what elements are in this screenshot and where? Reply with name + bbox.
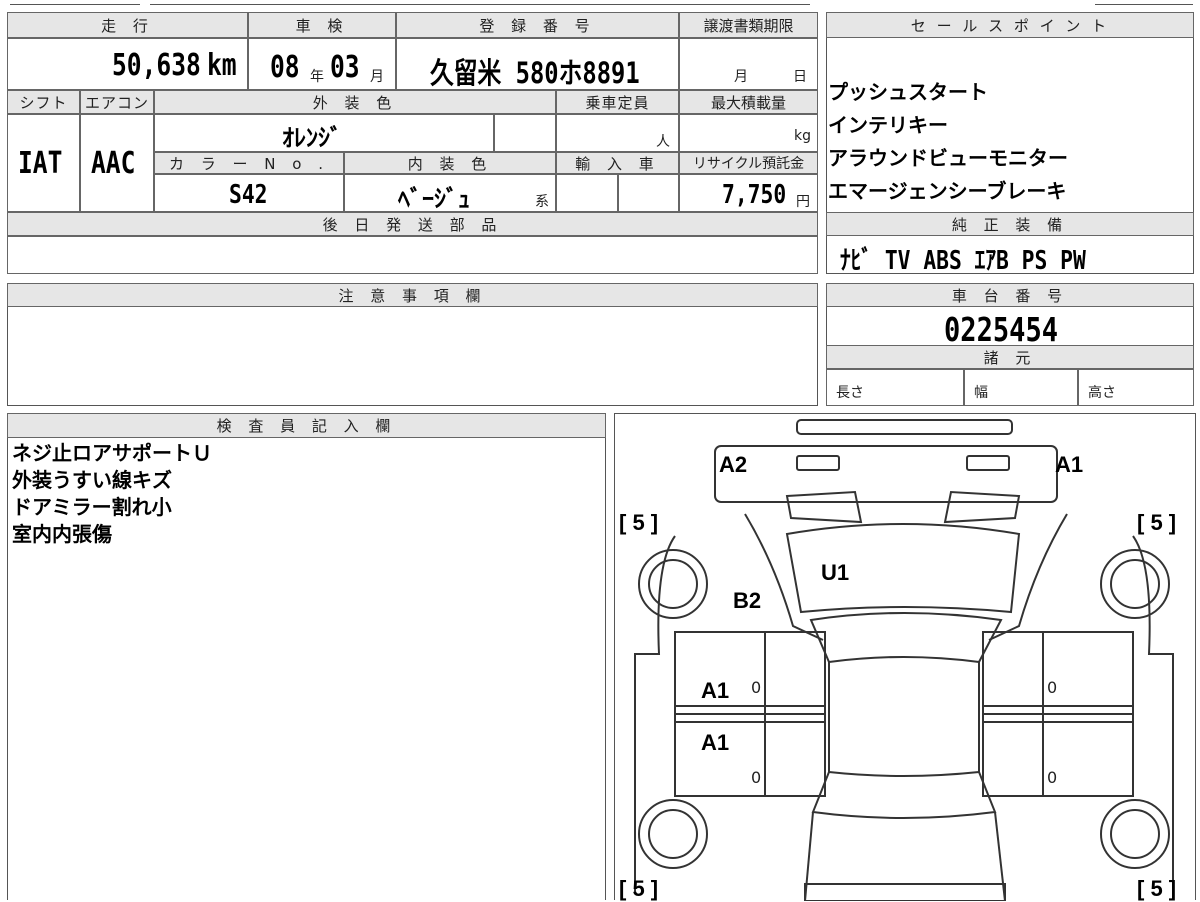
- deadline-day-unit: 日: [793, 69, 807, 85]
- registration-header: 登 録 番 号: [396, 12, 679, 38]
- mark-hood: U1: [821, 560, 850, 585]
- mark-tire-fr: [ 5 ]: [1137, 510, 1177, 535]
- import-cell-a: [556, 174, 618, 212]
- exterior-color-header: 外 装 色: [154, 90, 556, 114]
- inspection-year-unit: 年: [310, 69, 324, 85]
- shift-value: IAT: [18, 146, 63, 181]
- sales-point-2: インテリキー: [828, 113, 948, 137]
- recycle-header: リサイクル預託金: [679, 152, 818, 174]
- sales-point-4: エマージェンシーブレーキ: [828, 179, 1067, 203]
- parts-later-cell: [7, 236, 818, 274]
- aircon-header: エアコン: [80, 90, 154, 114]
- import-cell-b: [618, 174, 679, 212]
- color-no-value: S42: [229, 180, 268, 210]
- genuine-equipment-value: ﾅﾋﾞ TV ABS ｴｱB PS PW: [840, 246, 1086, 276]
- inspection-header: 車 検: [248, 12, 396, 38]
- spec-width-label: 幅: [974, 385, 988, 401]
- mark-front-right: A1: [1055, 452, 1084, 477]
- car-diagram: A2 A1 U1 B2 A1 A1 [ 5 ] [ 5 ] [ 5 ] [ 5 …: [614, 413, 1196, 901]
- sales-point-3: アラウンドビューモニター: [828, 146, 1068, 170]
- exterior-color-value: ｵﾚﾝｼﾞ: [282, 124, 342, 152]
- specs-header: 諸 元: [826, 345, 1194, 369]
- recycle-value: 7,750: [722, 180, 787, 210]
- aircon-value: AAC: [91, 146, 136, 181]
- mark-zero-d: 0: [1047, 768, 1058, 787]
- mark-tire-fl: [ 5 ]: [619, 510, 659, 535]
- mark-tire-rl: [ 5 ]: [619, 876, 659, 901]
- inspection-month: 03: [330, 50, 360, 85]
- mark-zero-a: 0: [751, 678, 762, 697]
- interior-color-value: ﾍﾞｰｼﾞｭ: [398, 185, 470, 213]
- sales-point-1: プッシュスタート: [828, 80, 988, 104]
- mileage-unit: km: [207, 48, 237, 83]
- recycle-unit: 円: [796, 194, 810, 210]
- load-unit: kg: [794, 128, 811, 144]
- inspector-line-4: 室内内張傷: [12, 522, 112, 546]
- car-outline-svg: [634, 419, 1174, 901]
- inspector-line-3: ドアミラー割れ小: [12, 495, 172, 519]
- mileage-header: 走 行: [7, 12, 248, 38]
- mark-rear-door: A1: [701, 730, 730, 755]
- deadline-month-unit: 月: [734, 69, 748, 85]
- inspection-month-unit: 月: [370, 69, 384, 85]
- interior-color-header: 内 装 色: [344, 152, 556, 174]
- inspector-line-1: ネジ止ロアサポートＵ: [12, 441, 212, 465]
- deadline-header: 譲渡書類期限: [679, 12, 818, 38]
- genuine-equipment-header: 純 正 装 備: [826, 212, 1194, 236]
- mark-front-door: A1: [701, 678, 730, 703]
- inspector-header: 検 査 員 記 入 欄: [7, 413, 606, 438]
- inspector-line-2: 外装うすい線キズ: [12, 468, 172, 492]
- mileage-value: 50,638: [112, 48, 201, 83]
- notes-header: 注 意 事 項 欄: [7, 283, 818, 307]
- mark-front-left: A2: [719, 452, 748, 477]
- spec-height-label: 高さ: [1088, 385, 1116, 401]
- top-strip: [0, 0, 1200, 6]
- mark-zero-c: 0: [1047, 678, 1058, 697]
- spec-length-label: 長さ: [836, 385, 864, 401]
- chassis-header: 車 台 番 号: [826, 283, 1194, 307]
- chassis-number: 0225454: [944, 310, 1059, 349]
- exterior-color-extra-cell: [494, 114, 556, 152]
- import-header: 輸 入 車: [556, 152, 679, 174]
- mark-tire-rr: [ 5 ]: [1137, 876, 1177, 901]
- sales-points-header: セ ー ル ス ポ イ ン ト: [826, 12, 1194, 38]
- parts-later-header: 後 日 発 送 部 品: [7, 212, 818, 236]
- interior-color-suffix: 系: [535, 194, 549, 210]
- color-no-header: カ ラ ー N o .: [154, 152, 344, 174]
- inspection-year: 08: [270, 50, 300, 85]
- capacity-unit: 人: [656, 134, 670, 150]
- mark-zero-b: 0: [751, 768, 762, 787]
- registration-plate: 久留米 580ホ8891: [430, 56, 640, 90]
- mark-fender: B2: [733, 588, 762, 613]
- capacity-header: 乗車定員: [556, 90, 679, 114]
- shift-header: シフト: [7, 90, 80, 114]
- max-load-header: 最大積載量: [679, 90, 818, 114]
